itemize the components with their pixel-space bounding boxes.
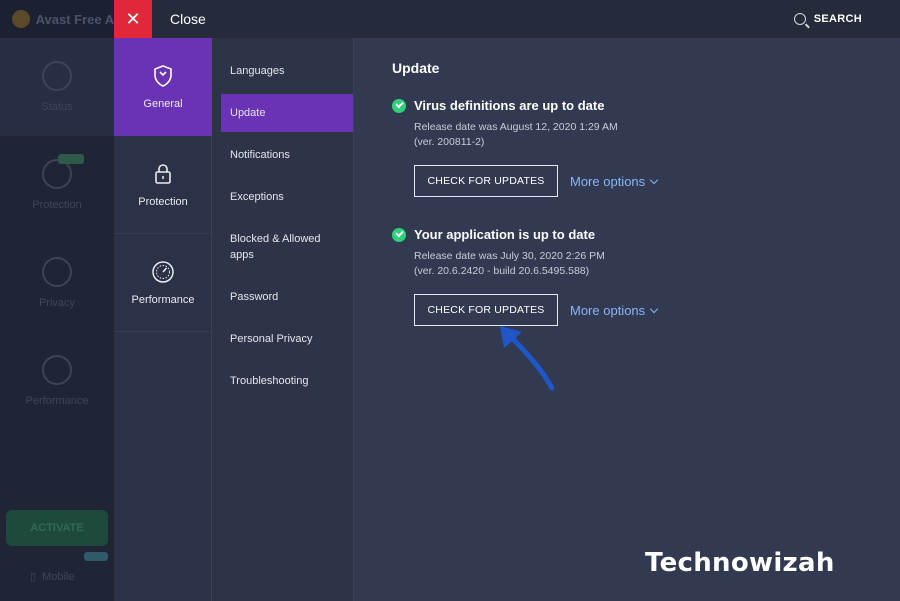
background-nav-label: Performance: [25, 395, 89, 407]
subnav-notifications[interactable]: Notifications: [221, 136, 353, 174]
settings-categories: General Protection Performance: [114, 38, 212, 601]
version: (ver. 20.6.2420 - build 20.6.5495.588): [414, 265, 590, 277]
background-activate-button: ACTIVATE: [6, 510, 108, 546]
status-description: Release date was July 30, 2020 2:26 PM (…: [414, 249, 862, 279]
settings-topbar: ✕ Close SEARCH: [114, 0, 900, 38]
phone-icon: ▯: [30, 571, 37, 583]
mobile-badge: [84, 552, 108, 561]
close-button[interactable]: ✕: [114, 0, 152, 38]
category-label: General: [143, 98, 183, 110]
chevron-down-icon: [649, 304, 659, 313]
fingerprint-icon: [42, 257, 72, 287]
background-mobile-label: Mobile: [42, 570, 75, 583]
gauge-icon: [152, 260, 174, 283]
application-status: Your application is up to date Release d…: [392, 227, 862, 326]
subnav-languages[interactable]: Languages: [221, 52, 353, 90]
search-button[interactable]: SEARCH: [793, 0, 862, 38]
lock-icon: [155, 163, 171, 184]
watermark-text: Technowizah: [645, 548, 835, 578]
background-nav-label: Protection: [32, 199, 82, 211]
more-options-link[interactable]: More options: [570, 302, 659, 318]
close-icon: ✕: [125, 8, 141, 29]
check-circle-icon: [392, 227, 406, 242]
settings-subnav: Languages Update Notifications Exception…: [212, 38, 354, 601]
avast-logo-icon: [12, 10, 30, 28]
gauge-icon: [42, 355, 72, 385]
check-circle-icon: [392, 98, 406, 113]
release-date: Release date was August 12, 2020 1:29 AM: [414, 121, 618, 133]
category-protection[interactable]: Protection: [114, 136, 212, 234]
subnav-password[interactable]: Password: [221, 278, 353, 316]
background-nav-protection: Protection: [0, 136, 114, 234]
status-title: Your application is up to date: [414, 227, 596, 242]
background-app-title: Avast Free A: [35, 11, 114, 27]
category-general[interactable]: General: [114, 38, 212, 136]
pointer-arrow-icon: [500, 326, 555, 391]
subnav-exceptions[interactable]: Exceptions: [221, 178, 353, 216]
background-nav-label: Privacy: [38, 297, 76, 309]
background-nav-privacy: Privacy: [0, 234, 114, 332]
background-titlebar: Avast Free A: [0, 0, 114, 38]
background-nav-label: Status: [41, 101, 73, 113]
page-title: Update: [392, 60, 440, 76]
category-label: Protection: [138, 195, 188, 208]
search-label: SEARCH: [813, 13, 862, 25]
background-mobile: ▯ Mobile: [30, 570, 75, 584]
more-options-label: More options: [570, 302, 646, 318]
category-label: Performance: [131, 293, 195, 306]
background-nav-performance: Performance: [0, 332, 114, 430]
update-panel: Update Virus definitions are up to date …: [354, 38, 900, 601]
subnav-blocked-allowed-apps[interactable]: Blocked & Allowed apps: [221, 220, 353, 274]
subnav-update[interactable]: Update: [221, 94, 353, 132]
category-performance[interactable]: Performance: [114, 234, 212, 332]
status-icon: [42, 61, 72, 91]
more-options-label: More options: [570, 173, 646, 189]
check-virus-definitions-button[interactable]: CHECK FOR UPDATES: [414, 165, 558, 197]
new-badge: [58, 154, 84, 164]
status-title: Virus definitions are up to date: [414, 98, 605, 113]
shield-icon: [154, 65, 172, 87]
chevron-down-icon: [649, 175, 659, 184]
subnav-troubleshooting[interactable]: Troubleshooting: [221, 362, 353, 400]
more-options-link[interactable]: More options: [570, 173, 659, 189]
release-date: Release date was July 30, 2020 2:26 PM: [414, 250, 605, 262]
background-nav-status: Status: [0, 38, 114, 136]
search-icon: [793, 13, 806, 25]
status-description: Release date was August 12, 2020 1:29 AM…: [414, 120, 862, 150]
version: (ver. 200811-2): [414, 136, 485, 148]
background-app: Avast Free A Status Protection Privacy P…: [0, 0, 114, 601]
subnav-personal-privacy[interactable]: Personal Privacy: [221, 320, 353, 358]
virus-definitions-status: Virus definitions are up to date Release…: [392, 98, 862, 197]
close-label[interactable]: Close: [170, 11, 206, 27]
